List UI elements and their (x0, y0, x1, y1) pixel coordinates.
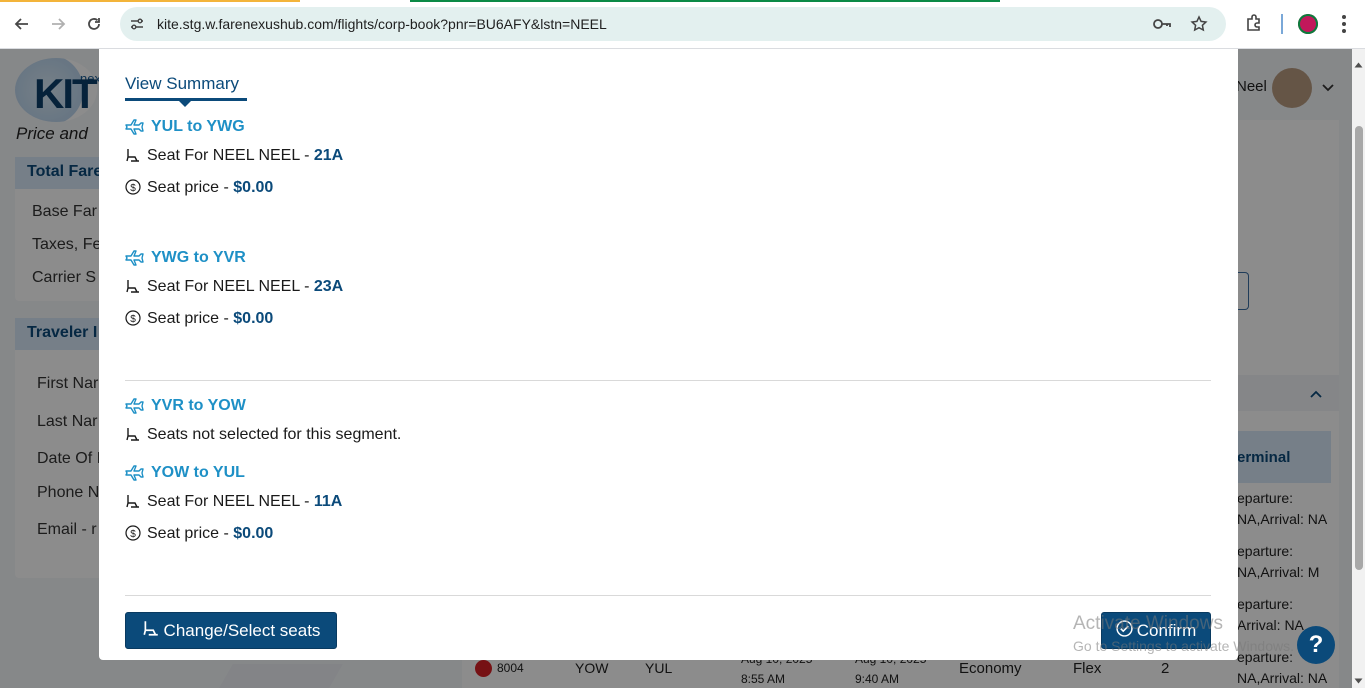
arrow-left-icon (14, 18, 28, 30)
segment-route: YOW to YUL (151, 464, 245, 481)
seat-price: $ Seat price - $0.00 (125, 310, 273, 331)
seat-icon (125, 493, 141, 514)
seat-number: 23A (313, 278, 344, 295)
arrow-right-icon (52, 18, 66, 30)
seat-icon (125, 147, 141, 168)
extensions-puzzle-icon[interactable] (1244, 13, 1264, 38)
help-button[interactable]: ? (1297, 626, 1335, 664)
svg-text:$: $ (130, 314, 136, 325)
change-select-seats-button[interactable]: Change/Select seats (125, 612, 337, 649)
seat-price: $ Seat price - $0.00 (125, 525, 273, 546)
divider (125, 380, 1211, 381)
seat-price-value: $0.00 (233, 525, 274, 542)
profile-avatar-icon[interactable] (1298, 14, 1318, 34)
seat-label: Seat For NEEL NEEL - (147, 493, 314, 510)
seat-summary-modal: View Summary YUL to YWG Seat For NEEL NE… (99, 49, 1238, 660)
seat-not-selected-text: Seats not selected for this segment. (147, 426, 402, 443)
airplane-icon (125, 398, 145, 419)
back-button[interactable] (10, 12, 34, 36)
reload-icon (88, 18, 100, 30)
more-menu-icon[interactable] (1335, 13, 1353, 40)
segment-route: YUL to YWG (151, 118, 245, 135)
tab-strip-edge (410, 0, 1000, 2)
seat-icon (125, 426, 141, 447)
scroll-up-arrow-icon[interactable] (1354, 55, 1363, 73)
airplane-icon (125, 119, 145, 140)
seat-assignment: Seat For NEEL NEEL - 21A (125, 147, 343, 168)
browser-toolbar: kite.stg.w.farenexushub.com/flights/corp… (0, 0, 1365, 49)
password-key-icon[interactable] (1152, 16, 1172, 37)
forward-button[interactable] (46, 12, 70, 36)
seat-number: 11A (313, 493, 343, 510)
reload-button[interactable] (82, 12, 106, 36)
seat-assignment: Seat For NEEL NEEL - 11A (125, 493, 342, 514)
bookmark-star-icon[interactable] (1190, 15, 1208, 38)
seat-icon (142, 619, 160, 642)
segment-route: YVR to YOW (151, 397, 246, 414)
airplane-icon (125, 250, 145, 271)
seat-not-selected: Seats not selected for this segment. (125, 426, 401, 447)
scrollbar-thumb[interactable] (1355, 126, 1363, 570)
tab-view-summary[interactable]: View Summary (125, 74, 239, 94)
seat-icon (125, 278, 141, 299)
svg-text:$: $ (130, 529, 136, 540)
seat-price-label: Seat price - (147, 179, 234, 196)
seat-label: Seat For NEEL NEEL - (147, 147, 314, 164)
seat-price-value: $0.00 (233, 310, 274, 327)
seat-number: 21A (313, 147, 344, 164)
seat-price: $ Seat price - $0.00 (125, 179, 273, 200)
url-text[interactable]: kite.stg.w.farenexushub.com/flights/corp… (157, 16, 607, 32)
toolbar-separator (1281, 14, 1283, 34)
airplane-icon (125, 465, 145, 486)
divider (125, 595, 1211, 596)
windows-activation-watermark-sub: Go to Settings to activate Windows. (1073, 638, 1294, 654)
seat-assignment: Seat For NEEL NEEL - 23A (125, 278, 343, 299)
segment-route: YWG to YVR (151, 249, 246, 266)
dollar-circle-icon: $ (125, 525, 141, 546)
tab-strip-edge (0, 0, 300, 2)
site-settings-icon[interactable] (129, 16, 145, 37)
seat-price-label: Seat price - (147, 525, 234, 542)
windows-activation-watermark: Activate Windows (1073, 613, 1223, 634)
dollar-circle-icon: $ (125, 310, 141, 331)
seat-price-label: Seat price - (147, 310, 234, 327)
seat-price-value: $0.00 (233, 179, 274, 196)
dollar-circle-icon: $ (125, 179, 141, 200)
change-select-seats-label: Change/Select seats (163, 620, 321, 640)
tab-caret-icon (179, 101, 191, 107)
seat-label: Seat For NEEL NEEL - (147, 278, 314, 295)
address-bar[interactable]: kite.stg.w.farenexushub.com/flights/corp… (120, 7, 1226, 41)
svg-text:$: $ (130, 183, 136, 194)
scroll-down-arrow-icon[interactable] (1354, 672, 1363, 690)
